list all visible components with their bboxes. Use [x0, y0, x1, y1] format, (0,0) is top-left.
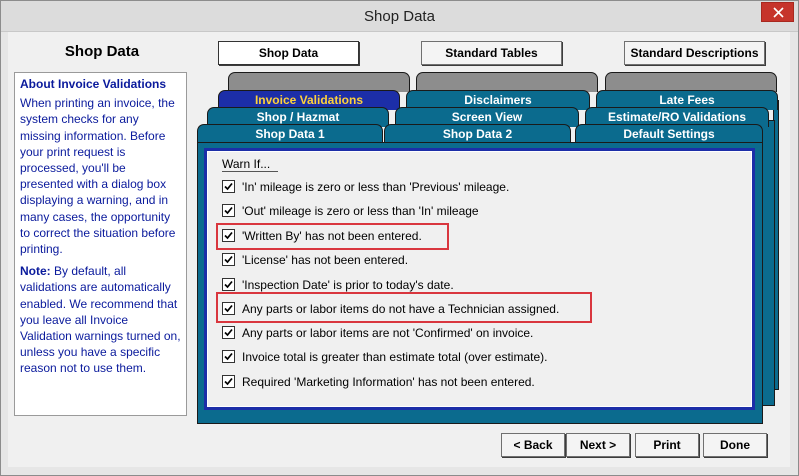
check-label: 'Out' mileage is zero or less than 'In' …	[242, 204, 479, 218]
help-note-text: By default, all validations are automati…	[20, 264, 181, 376]
highlight-technician-assigned	[216, 292, 592, 323]
shop-data-button[interactable]: Shop Data	[218, 41, 359, 65]
checkbox[interactable]	[222, 375, 235, 388]
tab-stub-1	[228, 72, 410, 92]
title-bar[interactable]: Shop Data	[1, 1, 798, 32]
left-panel-title: Shop Data	[64, 43, 140, 60]
standard-tables-button[interactable]: Standard Tables	[421, 41, 562, 65]
check-label: 'In' mileage is zero or less than 'Previ…	[242, 180, 510, 194]
panel-back-layer-1	[761, 120, 775, 406]
checkmark-icon	[224, 206, 233, 215]
help-heading: About Invoice Validations	[20, 77, 167, 91]
checkbox[interactable]	[222, 278, 235, 291]
close-button[interactable]	[761, 2, 794, 22]
next-button[interactable]: Next >	[566, 433, 630, 457]
tab-shop-data-1[interactable]: Shop Data 1	[197, 124, 383, 144]
checkmark-icon	[224, 377, 233, 386]
checkbox[interactable]	[222, 253, 235, 266]
tab-stub-2	[416, 72, 598, 92]
warn-if-label: Warn If...	[222, 157, 271, 171]
tab-default-settings[interactable]: Default Settings	[575, 124, 763, 144]
standard-descriptions-button[interactable]: Standard Descriptions	[624, 41, 765, 65]
checkmark-icon	[224, 328, 233, 337]
checkmark-icon	[224, 255, 233, 264]
back-button[interactable]: < Back	[501, 433, 565, 457]
help-note-label: Note:	[20, 264, 51, 279]
check-label: 'License' has not been entered.	[242, 253, 409, 267]
done-button[interactable]: Done	[703, 433, 767, 457]
check-label: Any parts or labor items are not 'Confir…	[242, 326, 534, 340]
print-button[interactable]: Print	[635, 433, 699, 457]
help-body: When printing an invoice, the system che…	[20, 96, 176, 257]
tab-stub-3	[605, 72, 777, 92]
help-panel: About Invoice Validations When printing …	[14, 72, 187, 416]
highlight-written-by	[216, 223, 449, 250]
checkbox[interactable]	[222, 204, 235, 217]
window-title: Shop Data	[364, 8, 435, 25]
help-note: Note: By default, all validations are au…	[20, 263, 181, 376]
check-label: 'Inspection Date' is prior to today's da…	[242, 278, 454, 292]
checkmark-icon	[224, 280, 233, 289]
checkbox[interactable]	[222, 350, 235, 363]
group-divider	[222, 171, 278, 172]
tab-shop-data-2[interactable]: Shop Data 2	[384, 124, 571, 144]
close-icon	[773, 7, 784, 18]
check-label: Invoice total is greater than estimate t…	[242, 350, 548, 364]
checkbox[interactable]	[222, 180, 235, 193]
checkmark-icon	[224, 182, 233, 191]
checkbox[interactable]	[222, 326, 235, 339]
checkmark-icon	[224, 352, 233, 361]
check-label: Required 'Marketing Information' has not…	[242, 375, 535, 389]
